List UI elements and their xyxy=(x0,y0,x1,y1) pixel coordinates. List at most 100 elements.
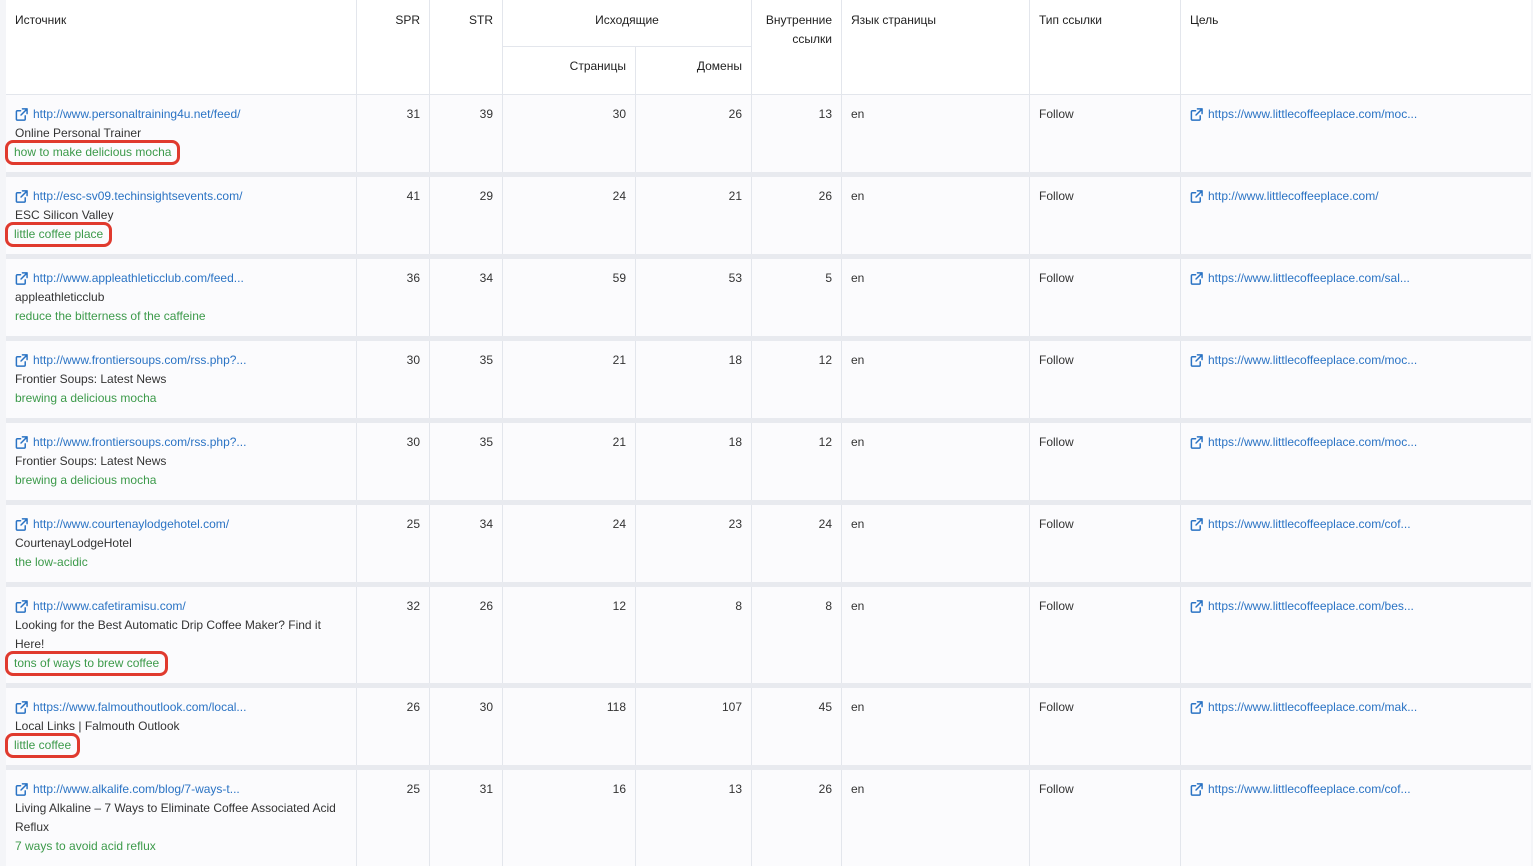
target-cell: https://www.littlecoffeeplace.com/moc... xyxy=(1181,423,1531,500)
outgoing-pages-value: 118 xyxy=(503,688,636,765)
external-link-icon xyxy=(1190,354,1203,367)
source-url: http://www.cafetiramisu.com/ xyxy=(33,599,186,613)
source-url-link[interactable]: http://esc-sv09.techinsightsevents.com/ xyxy=(15,187,347,206)
link-type-value: Follow xyxy=(1030,177,1181,254)
target-cell: https://www.littlecoffeeplace.com/moc... xyxy=(1181,341,1531,418)
source-url-link[interactable]: https://www.falmouthoutlook.com/local... xyxy=(15,698,347,717)
target-url: https://www.littlecoffeeplace.com/moc... xyxy=(1208,435,1418,449)
target-url-link[interactable]: https://www.littlecoffeeplace.com/mak... xyxy=(1190,698,1522,717)
source-title: Online Personal Trainer xyxy=(15,126,142,140)
target-url-link[interactable]: https://www.littlecoffeeplace.com/moc... xyxy=(1190,351,1522,370)
external-link-icon xyxy=(15,701,28,714)
external-link-icon xyxy=(15,783,28,796)
target-url-link[interactable]: https://www.littlecoffeeplace.com/moc... xyxy=(1190,105,1522,124)
str-value: 26 xyxy=(430,587,503,683)
column-header-str[interactable]: STR xyxy=(430,0,503,95)
source-title: ESC Silicon Valley xyxy=(15,208,114,222)
anchor-text: little coffee xyxy=(4,733,81,758)
source-cell: http://www.personaltraining4u.net/feed/ … xyxy=(4,95,357,172)
target-url-link[interactable]: https://www.littlecoffeeplace.com/moc... xyxy=(1190,433,1522,452)
internal-links-value: 26 xyxy=(752,177,842,254)
outgoing-domains-value: 23 xyxy=(636,505,752,582)
target-url-link[interactable]: https://www.littlecoffeeplace.com/bes... xyxy=(1190,597,1522,616)
table-row: http://www.personaltraining4u.net/feed/ … xyxy=(4,95,1531,172)
outgoing-pages-value: 21 xyxy=(503,423,636,500)
table-header: Источник SPR STR Исходящие Внутренние сс… xyxy=(6,0,1531,95)
outgoing-domains-value: 53 xyxy=(636,259,752,336)
page-language-value: en xyxy=(842,423,1030,500)
external-link-icon xyxy=(15,354,28,367)
spr-value: 31 xyxy=(357,95,430,172)
table-row: https://www.falmouthoutlook.com/local...… xyxy=(4,688,1531,765)
outgoing-pages-value: 59 xyxy=(503,259,636,336)
target-url-link[interactable]: https://www.littlecoffeeplace.com/sal... xyxy=(1190,269,1522,288)
external-link-icon xyxy=(1190,190,1203,203)
target-url-link[interactable]: https://www.littlecoffeeplace.com/cof... xyxy=(1190,515,1522,534)
link-type-value: Follow xyxy=(1030,688,1181,765)
source-url-link[interactable]: http://www.frontiersoups.com/rss.php?... xyxy=(15,433,347,452)
source-title: Living Alkaline – 7 Ways to Eliminate Co… xyxy=(15,801,336,834)
source-url: http://www.alkalife.com/blog/7-ways-t... xyxy=(33,782,240,796)
outgoing-domains-value: 107 xyxy=(636,688,752,765)
column-header-page-language[interactable]: Язык страницы xyxy=(842,0,1030,95)
source-cell: http://www.appleathleticclub.com/feed...… xyxy=(6,259,357,336)
external-link-icon xyxy=(15,108,28,121)
column-header-internal-links[interactable]: Внутренние ссылки xyxy=(752,0,842,95)
link-type-value: Follow xyxy=(1030,423,1181,500)
source-url-link[interactable]: http://www.personaltraining4u.net/feed/ xyxy=(15,105,347,124)
source-url: https://www.falmouthoutlook.com/local... xyxy=(33,700,247,714)
page-language-value: en xyxy=(842,95,1030,172)
external-link-icon xyxy=(1190,600,1203,613)
link-type-value: Follow xyxy=(1030,505,1181,582)
internal-links-value: 8 xyxy=(752,587,842,683)
page-language-value: en xyxy=(842,341,1030,418)
outgoing-pages-value: 30 xyxy=(503,95,636,172)
anchor-text: the low-acidic xyxy=(15,555,88,569)
backlinks-table: Источник SPR STR Исходящие Внутренние сс… xyxy=(4,0,1531,866)
target-url-link[interactable]: https://www.littlecoffeeplace.com/cof... xyxy=(1190,780,1522,799)
outgoing-domains-value: 8 xyxy=(636,587,752,683)
target-cell: https://www.littlecoffeeplace.com/cof... xyxy=(1181,505,1531,582)
column-header-pages[interactable]: Страницы xyxy=(503,47,636,95)
column-header-target[interactable]: Цель xyxy=(1181,0,1531,95)
source-url-link[interactable]: http://www.cafetiramisu.com/ xyxy=(15,597,347,616)
source-url: http://www.appleathleticclub.com/feed... xyxy=(33,271,244,285)
source-url-link[interactable]: http://www.courtenaylodgehotel.com/ xyxy=(15,515,347,534)
source-cell: http://esc-sv09.techinsightsevents.com/ … xyxy=(4,177,357,254)
internal-links-value: 12 xyxy=(752,341,842,418)
column-header-spr[interactable]: SPR xyxy=(357,0,430,95)
target-url-link[interactable]: http://www.littlecoffeeplace.com/ xyxy=(1190,187,1522,206)
external-link-icon xyxy=(15,190,28,203)
column-header-link-type[interactable]: Тип ссылки xyxy=(1030,0,1181,95)
external-link-icon xyxy=(15,518,28,531)
column-header-source[interactable]: Источник xyxy=(6,0,357,95)
link-type-value: Follow xyxy=(1030,587,1181,683)
source-url-link[interactable]: http://www.alkalife.com/blog/7-ways-t... xyxy=(15,780,347,799)
outgoing-domains-value: 18 xyxy=(636,423,752,500)
spr-value: 36 xyxy=(357,259,430,336)
spr-value: 30 xyxy=(357,341,430,418)
anchor-text: reduce the bitterness of the caffeine xyxy=(15,309,206,323)
target-cell: https://www.littlecoffeeplace.com/moc... xyxy=(1181,95,1531,172)
source-url: http://www.frontiersoups.com/rss.php?... xyxy=(33,435,247,449)
external-link-icon xyxy=(1190,701,1203,714)
page-language-value: en xyxy=(842,688,1030,765)
source-cell: http://www.cafetiramisu.com/ Looking for… xyxy=(4,587,357,683)
target-cell: https://www.littlecoffeeplace.com/sal... xyxy=(1181,259,1531,336)
source-url-link[interactable]: http://www.appleathleticclub.com/feed... xyxy=(15,269,347,288)
table-row: http://www.appleathleticclub.com/feed...… xyxy=(6,259,1531,336)
anchor-text: brewing a delicious mocha xyxy=(15,473,157,487)
str-value: 31 xyxy=(430,770,503,866)
backlinks-table-container: Источник SPR STR Исходящие Внутренние сс… xyxy=(4,0,1531,866)
spr-value: 26 xyxy=(357,688,430,765)
target-cell: https://www.littlecoffeeplace.com/mak... xyxy=(1181,688,1531,765)
column-header-domains[interactable]: Домены xyxy=(636,47,752,95)
target-url: https://www.littlecoffeeplace.com/moc... xyxy=(1208,107,1418,121)
source-url: http://www.courtenaylodgehotel.com/ xyxy=(33,517,230,531)
internal-links-value: 24 xyxy=(752,505,842,582)
anchor-text: little coffee place xyxy=(4,222,113,247)
source-url-link[interactable]: http://www.frontiersoups.com/rss.php?... xyxy=(15,351,347,370)
page-language-value: en xyxy=(842,770,1030,866)
table-body: http://www.personaltraining4u.net/feed/ … xyxy=(4,95,1531,866)
target-url: https://www.littlecoffeeplace.com/sal... xyxy=(1208,271,1410,285)
